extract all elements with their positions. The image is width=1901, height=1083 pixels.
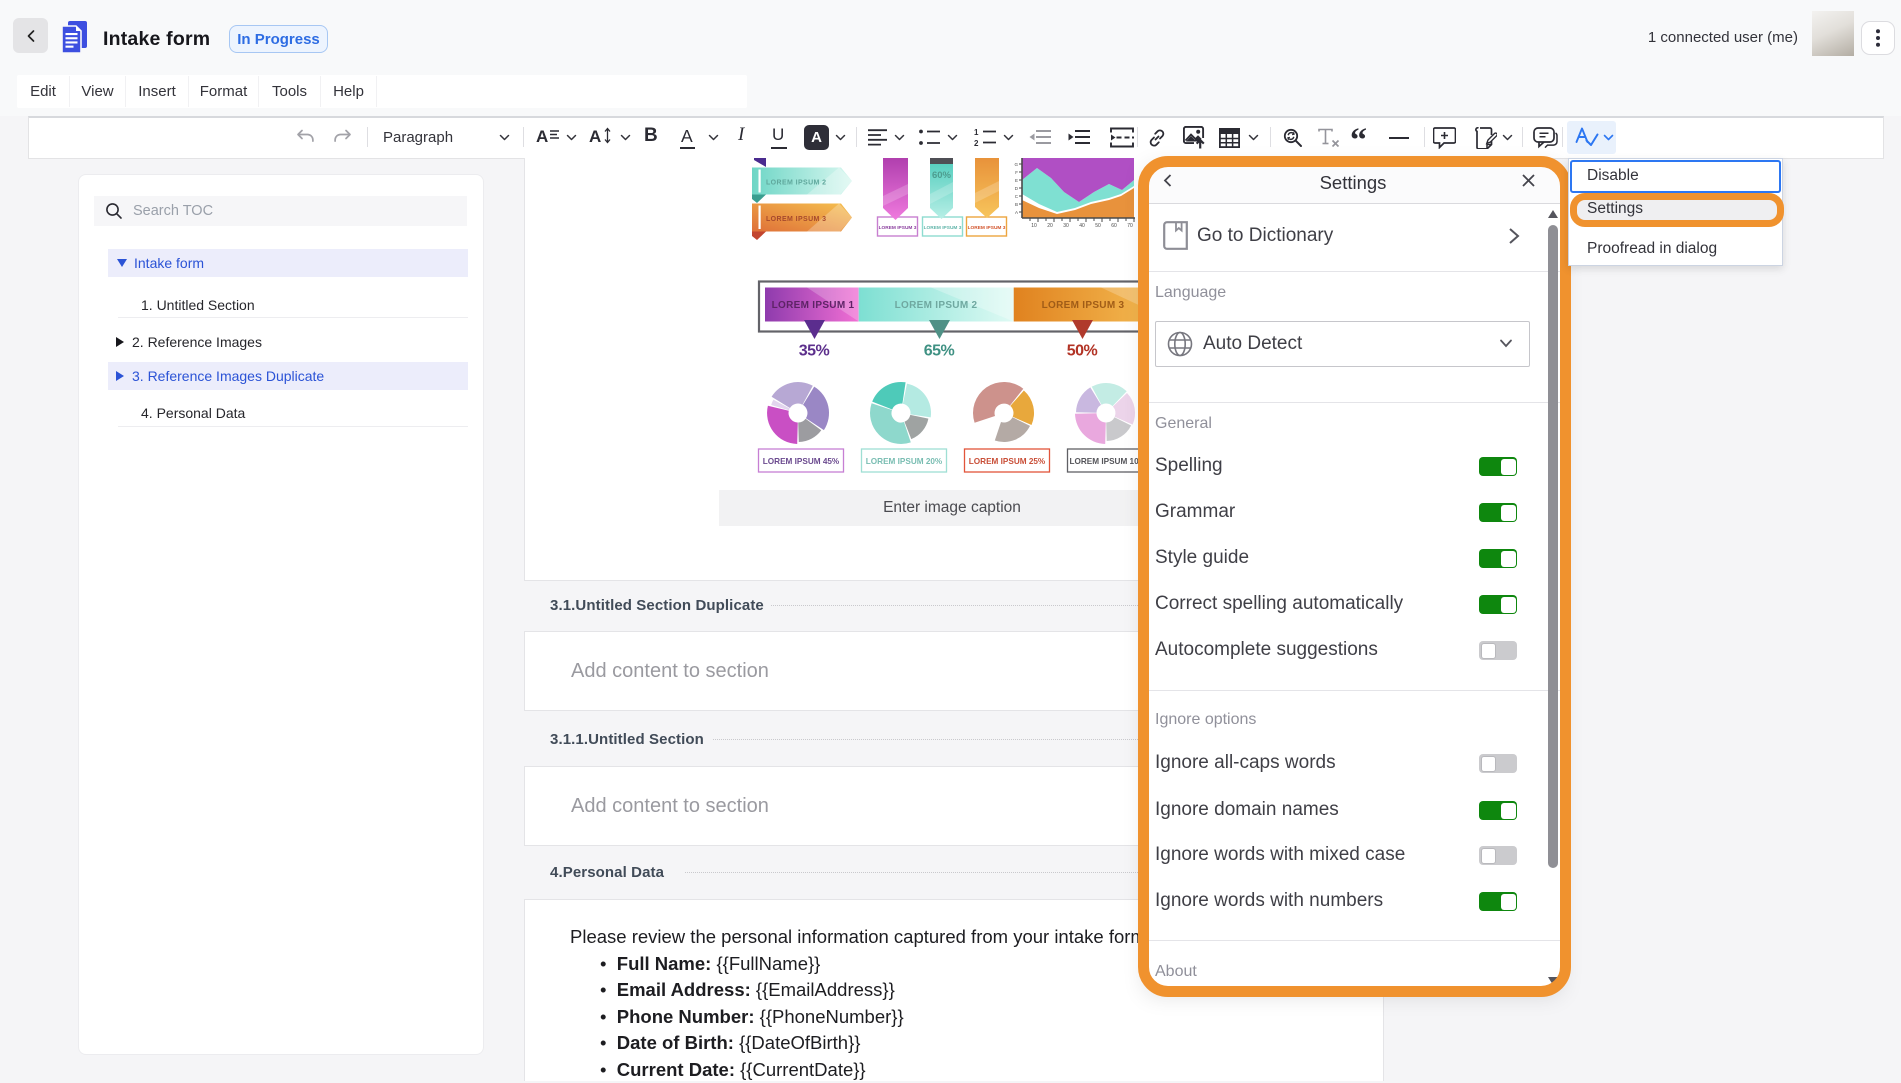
svg-text:50: 50 (1095, 223, 1101, 229)
svg-text:LOREM IPSUM 3: LOREM IPSUM 3 (766, 216, 826, 223)
svg-text:30: 30 (1063, 223, 1069, 229)
svg-text:E: E (1015, 178, 1018, 183)
svg-text:LOREM IPSUM 3: LOREM IPSUM 3 (879, 225, 917, 231)
svg-text:LOREM IPSUM 2: LOREM IPSUM 2 (895, 300, 978, 311)
svg-text:F: F (1015, 170, 1018, 175)
svg-text:LOREM IPSUM 2: LOREM IPSUM 2 (766, 180, 826, 187)
svg-text:40: 40 (1079, 223, 1085, 229)
svg-text:B: B (1015, 202, 1018, 207)
svg-text:60: 60 (1111, 223, 1117, 229)
svg-text:LOREM IPSUM 20%: LOREM IPSUM 20% (866, 457, 943, 466)
svg-text:60%: 60% (932, 170, 952, 181)
svg-text:D: D (1015, 186, 1019, 191)
svg-text:70: 70 (1127, 223, 1133, 229)
svg-text:LOREM IPSUM 3: LOREM IPSUM 3 (968, 225, 1006, 231)
svg-text:LOREM IPSUM 1: LOREM IPSUM 1 (772, 300, 855, 311)
svg-text:35%: 35% (799, 343, 830, 360)
svg-text:LOREM IPSUM 3: LOREM IPSUM 3 (924, 225, 962, 231)
svg-text:LOREM IPSUM 25%: LOREM IPSUM 25% (969, 457, 1046, 466)
svg-text:G: G (1014, 162, 1018, 167)
svg-text:LOREM IPSUM 3: LOREM IPSUM 3 (1042, 300, 1125, 311)
svg-text:50%: 50% (1067, 343, 1098, 360)
svg-text:C: C (1015, 194, 1019, 199)
svg-text:10: 10 (1031, 223, 1037, 229)
svg-text:20: 20 (1047, 223, 1053, 229)
svg-text:65%: 65% (924, 343, 955, 360)
svg-text:2: 2 (974, 139, 979, 147)
svg-text:A: A (1015, 210, 1018, 215)
svg-text:LOREM IPSUM 45%: LOREM IPSUM 45% (763, 457, 840, 466)
svg-text:1: 1 (974, 128, 979, 137)
